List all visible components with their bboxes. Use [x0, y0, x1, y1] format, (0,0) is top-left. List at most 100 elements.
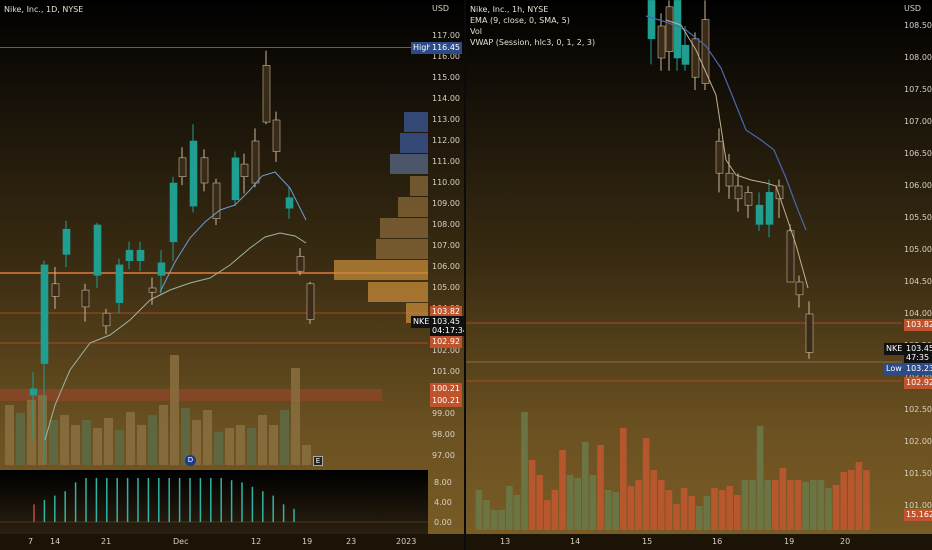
right-price-tick: 101.50 [904, 469, 932, 478]
right-price-tick: 108.50 [904, 21, 932, 30]
left-currency: USD [432, 4, 450, 13]
volume-bar [756, 426, 764, 530]
candle-body [296, 256, 305, 272]
volume-bar [810, 480, 817, 530]
volume-profile-bar [404, 112, 428, 132]
right-level-tag-1: 103.82 [904, 319, 932, 331]
candle-body [725, 172, 734, 187]
volume-bar [521, 412, 528, 530]
right-price-tick: 102.00 [904, 437, 932, 446]
volume-bar [627, 486, 635, 530]
candle-body [306, 283, 315, 320]
volume-bar [559, 450, 566, 530]
left-price-tick: 117.00 [432, 31, 460, 40]
volume-bar [506, 486, 513, 530]
volume-bar [148, 415, 157, 465]
candle-body [262, 65, 271, 123]
volume-bar [38, 395, 47, 465]
candle-body [178, 157, 187, 178]
right-time-axis[interactable]: 13 14 15 16 19 20 [466, 534, 932, 550]
candle-body [681, 44, 690, 65]
candle-body [115, 264, 124, 303]
left-price-tick: 109.00 [432, 199, 460, 208]
volume-profile-bar [410, 176, 428, 196]
left-price-tick: 112.00 [432, 136, 460, 145]
candle-body [673, 0, 682, 59]
right-chart-pane[interactable]: Nike, Inc., 1h, NYSE EMA (9, close, 0, S… [466, 0, 932, 550]
candle-body [665, 6, 674, 52]
volume-bar [258, 415, 267, 465]
candle-body [125, 249, 134, 261]
candle-body [40, 264, 49, 364]
volume-bar [60, 415, 69, 465]
volume-bar [115, 430, 124, 465]
left-time-axis[interactable]: 7 14 21 Dec 12 19 23 2023 [0, 534, 464, 550]
left-level-tag-4: 100.21 [430, 395, 462, 407]
volume-bar [27, 400, 36, 465]
volume-bar [93, 428, 102, 465]
left-last-price: 103.45 [432, 317, 460, 326]
candle-body [285, 197, 294, 209]
time-label: 23 [346, 537, 357, 546]
volume-bar [703, 496, 711, 530]
volume-bar [71, 425, 80, 465]
candle-body [701, 19, 710, 84]
low-value-tag: 103.23 [904, 363, 932, 375]
earnings-event-icon[interactable]: E [313, 456, 323, 466]
volume-bar [620, 428, 627, 530]
volume-bar [848, 470, 855, 530]
volume-bar [170, 355, 179, 465]
volume-profile-bar [368, 282, 428, 302]
left-price-chart[interactable] [0, 0, 428, 468]
volume-bar [604, 490, 612, 530]
right-price-chart[interactable] [466, 0, 902, 534]
time-label: 16 [712, 537, 723, 546]
left-price-tick: 97.00 [432, 451, 455, 460]
left-price-tick: 113.00 [432, 115, 460, 124]
volume-bar [635, 480, 642, 530]
left-price-tick: 106.00 [432, 262, 460, 271]
volume-bar [126, 412, 135, 465]
left-price-tick: 99.00 [432, 409, 455, 418]
vwap-legend: VWAP (Session, hlc3, 0, 1, 2, 3) [470, 38, 596, 47]
volume-bar [749, 480, 756, 530]
oscillator-panel[interactable] [0, 470, 428, 534]
volume-bar [642, 438, 650, 530]
candle-body [136, 249, 145, 261]
volume-profile-bar [376, 239, 428, 259]
volume-bar [665, 490, 673, 530]
volume-bar [582, 442, 589, 530]
vol-legend: Vol [470, 27, 482, 36]
right-legend: Nike, Inc., 1h, NYSE EMA (9, close, 0, S… [470, 4, 595, 48]
candle-body [29, 388, 38, 396]
left-symbol-tag: NKE [411, 316, 432, 328]
left-chart-pane[interactable]: Nike, Inc., 1D, NYSE USD 117.00 116.00 115… [0, 0, 464, 550]
left-price-axis[interactable]: USD 117.00 116.00 115.00 114.00 113.00 112.00… [428, 0, 464, 550]
candle-body [102, 312, 111, 327]
right-price-tick: 104.50 [904, 277, 932, 286]
left-price-tick: 111.00 [432, 157, 460, 166]
volume-bar [291, 368, 300, 465]
right-price-axis[interactable]: USD 108.50 108.00 107.50 107.00 106.50 106.00… [902, 0, 932, 550]
volume-bar [490, 510, 498, 530]
right-legend-title: Nike, Inc., 1h, NYSE [470, 5, 549, 14]
volume-bar [825, 488, 832, 530]
volume-tag: 15.162K [904, 509, 932, 521]
candle-body [715, 140, 724, 174]
volume-bar [741, 480, 749, 530]
volume-bar [855, 462, 863, 530]
volume-bar [49, 420, 58, 465]
right-price-tick: 107.00 [904, 117, 932, 126]
volume-profile-bar [390, 154, 428, 174]
right-price-tick: 107.50 [904, 85, 932, 94]
volume-profile-bar [334, 260, 428, 280]
left-price-tick: 114.00 [432, 94, 460, 103]
time-label: 12 [251, 537, 262, 546]
candle-body [51, 283, 60, 297]
dividend-event-icon[interactable]: D [185, 455, 196, 466]
volume-bar [269, 425, 278, 465]
volume-bar [726, 486, 733, 530]
left-price-tick: 108.00 [432, 220, 460, 229]
candle-body [805, 313, 814, 353]
volume-bar [236, 425, 245, 465]
